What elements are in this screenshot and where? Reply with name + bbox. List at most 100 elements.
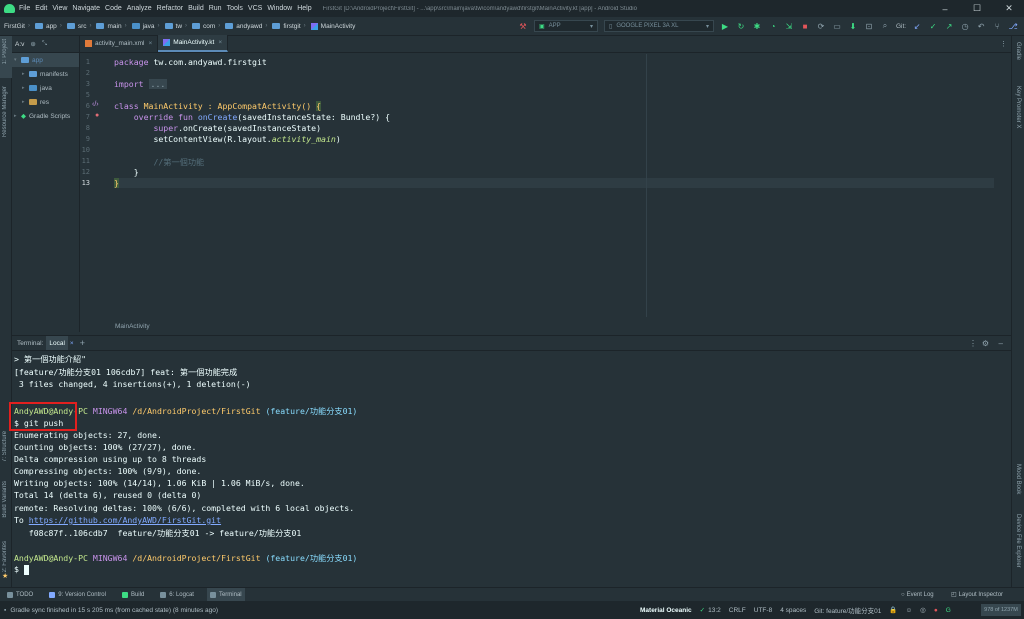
breadcrumb-src[interactable]: src › (66, 23, 95, 30)
breadcrumb-firstgit-package[interactable]: firstgit › (272, 23, 308, 30)
menu-build[interactable]: Build (188, 5, 204, 12)
breadcrumb-com[interactable]: com › (192, 23, 223, 30)
line-separator[interactable]: CRLF (729, 607, 746, 614)
breadcrumb-java[interactable]: java › (131, 23, 163, 30)
history-icon[interactable]: ◷ (958, 19, 972, 33)
tool-tab-version-control[interactable]: 9: Version Control (46, 588, 109, 601)
plugin-icon[interactable]: G (946, 607, 951, 614)
tree-item-gradle-scripts[interactable]: ▸ ◆ Gradle Scripts (12, 109, 79, 123)
tab-activity-main-xml[interactable]: activity_main.xml × (80, 35, 159, 52)
repo-link[interactable]: https://github.com/AndyAWD/FirstGit.git (29, 515, 221, 525)
tool-tab-build[interactable]: Build (119, 588, 147, 601)
menu-window[interactable]: Window (267, 5, 292, 12)
memory-indicator[interactable]: 978 of 1237M (981, 604, 1021, 616)
menu-analyze[interactable]: Analyze (127, 5, 152, 12)
close-tab-icon[interactable]: × (218, 39, 222, 46)
mood-book-label[interactable]: Mood Book (1015, 464, 1021, 494)
vcs-update-icon[interactable]: ↙ (910, 19, 924, 33)
menu-file[interactable]: File (19, 5, 30, 12)
git-status-icon[interactable]: ◎ (920, 606, 926, 614)
breadcrumb-mainactivity[interactable]: MainActivity (310, 22, 355, 30)
menu-vcs[interactable]: VCS (248, 5, 262, 12)
vcs-push-icon[interactable]: ↗ (942, 19, 956, 33)
run-icon[interactable]: ▶ (718, 19, 732, 33)
breadcrumb-firstgit[interactable]: FirstGit › (4, 23, 33, 30)
build-variants-label[interactable]: Build Variants (2, 481, 8, 518)
class-gutter-icon[interactable]: ‹/› (92, 101, 99, 108)
add-terminal-button[interactable]: + (80, 338, 85, 348)
terminal-output[interactable]: > 第一個功能介紹" [feature/功能分支01 106cdb7] feat… (12, 351, 1011, 587)
status-message[interactable]: Gradle sync finished in 15 s 205 ms (fro… (10, 607, 218, 614)
override-gutter-icon[interactable]: ● (95, 112, 99, 119)
indent-setting[interactable]: 4 spaces (780, 607, 806, 614)
vcs-commit-icon[interactable]: ✓ (926, 19, 940, 33)
tool-tab-logcat[interactable]: 6: Logcat (157, 588, 197, 601)
project-tool-label[interactable]: 1: Project (2, 39, 8, 64)
breadcrumb-main[interactable]: main › (96, 23, 129, 30)
tree-item-java[interactable]: ▸ java (12, 81, 79, 95)
folded-imports[interactable]: ... (148, 79, 168, 89)
code-area[interactable]: package tw.com.andyawd.firstgit import .… (110, 54, 1000, 317)
git-branch-status[interactable]: Git: feature/功能分支01 (814, 605, 881, 615)
search-icon[interactable]: ⌕ (878, 19, 892, 33)
file-encoding[interactable]: UTF-8 (754, 607, 772, 614)
close-tab-icon[interactable]: × (148, 40, 152, 47)
lock-icon[interactable]: 🔒 (889, 606, 897, 614)
attach-debugger-icon[interactable]: ⇲ (782, 19, 796, 33)
minimize-panel-icon[interactable]: – (999, 339, 1003, 348)
face-icon[interactable]: ☺ (906, 607, 913, 614)
cursor-position[interactable]: 13:2 (708, 607, 721, 614)
tree-item-manifests[interactable]: ▸ manifests (12, 67, 79, 81)
tool-tab-terminal[interactable]: Terminal (206, 588, 245, 601)
menu-refactor[interactable]: Refactor (157, 5, 183, 12)
event-log-tab[interactable]: ○ Event Log (898, 588, 937, 601)
x-icon[interactable]: × (70, 340, 74, 347)
layout-inspector-tab[interactable]: ◰ Layout Inspector (948, 588, 1006, 601)
avd-manager-icon[interactable]: ▭ (830, 19, 844, 33)
resource-manager-label[interactable]: Resource Manager (2, 86, 8, 137)
device-select[interactable]: ▯ GOOGLE PIXEL 3A XL ▾ (604, 20, 714, 32)
maximize-button[interactable]: ☐ (962, 0, 992, 17)
menu-view[interactable]: View (52, 5, 67, 12)
tree-item-app[interactable]: ▾ app (12, 53, 79, 67)
sync-icon[interactable]: ⟳ (814, 19, 828, 33)
menu-help[interactable]: Help (297, 5, 311, 12)
breadcrumb-andyawd[interactable]: andyawd › (225, 23, 270, 30)
gradle-label[interactable]: Gradle (1015, 42, 1021, 60)
apply-changes-icon[interactable]: ↻ (734, 19, 748, 33)
favorites-label[interactable]: 2: Favorites (2, 541, 8, 572)
settings-icon[interactable]: ⚙ (982, 339, 989, 348)
menu-code[interactable]: Code (105, 5, 122, 12)
run-config-select[interactable]: ▣ APP ▾ (534, 20, 598, 32)
tab-mainactivity-kt[interactable]: MainActivity.kt × (158, 35, 229, 52)
menu-tools[interactable]: Tools (227, 5, 243, 12)
structure-label[interactable]: 7: Structure (2, 431, 8, 462)
sdk-manager-icon[interactable]: ⬇ (846, 19, 860, 33)
git-flow-icon[interactable]: ⑂ (990, 19, 1004, 33)
locate-icon[interactable]: ⊕ (30, 40, 35, 48)
tab-local[interactable]: Local (46, 336, 68, 350)
tool-tab-todo[interactable]: TODO (4, 588, 36, 601)
rollback-icon[interactable]: ↶ (974, 19, 988, 33)
layout-inspector-icon[interactable]: ⊡ (862, 19, 876, 33)
minimize-button[interactable]: – (930, 0, 960, 17)
git-branch-icon[interactable]: ⎇ (1006, 19, 1020, 33)
terminal-input-line[interactable]: $ (14, 564, 29, 575)
tree-item-res[interactable]: ▸ res (12, 95, 79, 109)
device-file-explorer-label[interactable]: Device File Explorer (1015, 514, 1021, 568)
close-window-button[interactable]: ✕ (994, 0, 1024, 17)
more-options-icon[interactable]: ⋮ (969, 339, 977, 348)
key-promoter-label[interactable]: Key Promoter X (1015, 86, 1021, 128)
stop-icon[interactable]: ■ (798, 19, 812, 33)
menu-navigate[interactable]: Navigate (72, 5, 100, 12)
more-options-icon[interactable]: ⋮ (1000, 40, 1007, 48)
menu-edit[interactable]: Edit (35, 5, 47, 12)
profile-icon[interactable]: ◔ (766, 19, 780, 33)
menu-run[interactable]: Run (209, 5, 222, 12)
hammer-icon[interactable]: ⚒ (516, 19, 530, 33)
breadcrumb-tw[interactable]: tw › (164, 23, 191, 30)
debug-icon[interactable]: ✱ (750, 19, 764, 33)
collapse-icon[interactable]: ⤡ (42, 40, 47, 48)
theme-indicator[interactable]: Material Oceanic (640, 607, 692, 614)
project-view-select[interactable]: A:v (15, 41, 24, 48)
